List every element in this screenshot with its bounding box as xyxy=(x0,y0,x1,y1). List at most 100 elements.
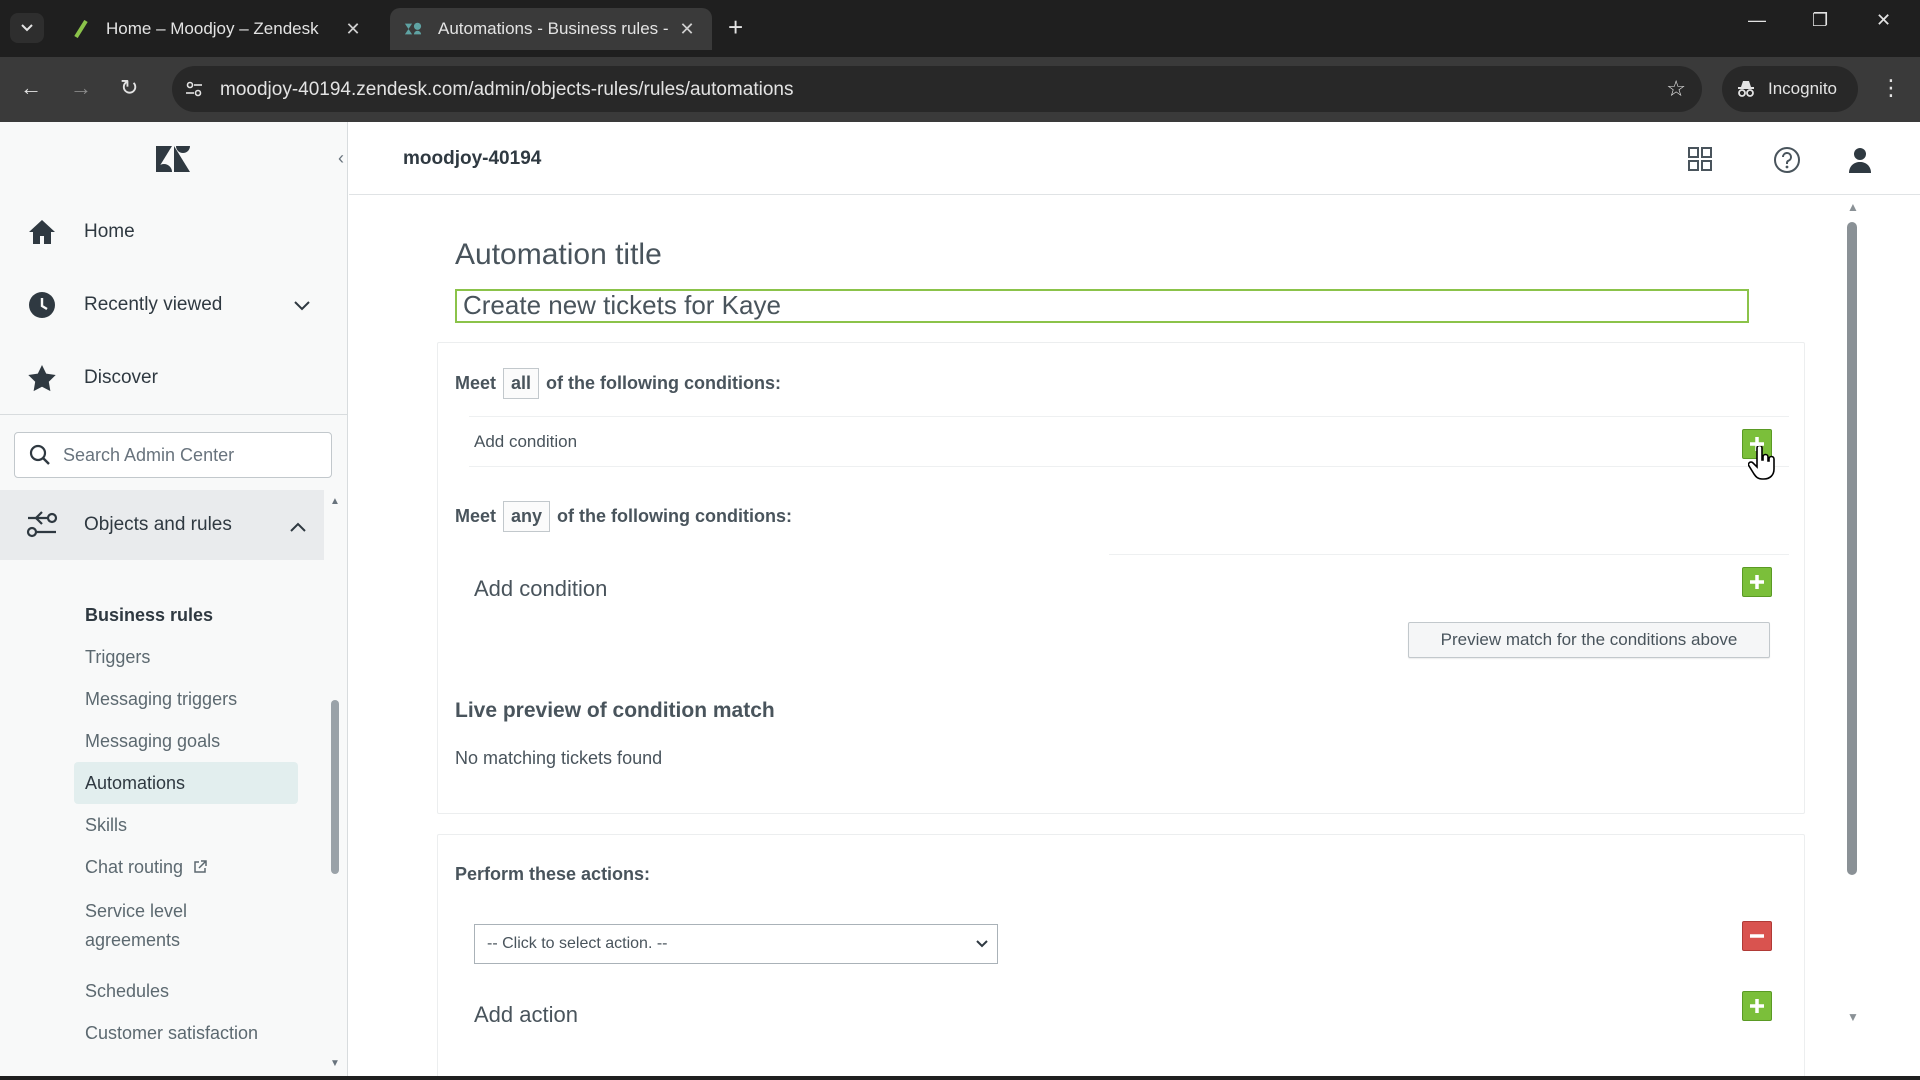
nav-label: Discover xyxy=(84,367,158,388)
user-profile-icon[interactable] xyxy=(1847,146,1873,179)
zendesk-favicon-icon xyxy=(404,20,422,38)
close-icon[interactable]: ✕ xyxy=(676,19,698,40)
reload-icon[interactable]: ↻ xyxy=(120,75,138,101)
conditions-panel xyxy=(437,342,1805,814)
sidebar-item-messaging-triggers[interactable]: Messaging triggers xyxy=(85,689,237,710)
product-tray-icon[interactable] xyxy=(1687,146,1713,177)
chevron-down-icon xyxy=(21,24,33,32)
action-select-value: -- Click to select action. -- xyxy=(487,935,668,952)
sidebar-item-service-level-agreements[interactable]: Service level agreements xyxy=(85,901,187,951)
home-icon xyxy=(26,216,58,248)
incognito-icon xyxy=(1738,81,1754,97)
plus-icon xyxy=(1750,575,1764,589)
restore-icon[interactable]: ❐ xyxy=(1812,10,1828,31)
incognito-indicator[interactable]: Incognito xyxy=(1722,66,1858,112)
site-settings-icon[interactable] xyxy=(184,79,204,104)
search-icon xyxy=(29,444,50,465)
preview-match-button[interactable]: Preview match for the conditions above xyxy=(1408,622,1770,658)
account-name: moodjoy-40194 xyxy=(403,148,542,169)
browser-menu-icon[interactable]: ⋮ xyxy=(1880,75,1902,101)
chevron-down-icon[interactable] xyxy=(294,295,310,317)
conditions-suffix: of the following conditions: xyxy=(546,373,781,393)
admin-sidebar: ‹ Home Recently viewed Discover Search A… xyxy=(0,122,348,1080)
chevron-up-icon[interactable] xyxy=(290,516,306,538)
nav-section-objects-and-rules[interactable]: Objects and rules xyxy=(0,490,324,560)
sidebar-item-messaging-goals[interactable]: Messaging goals xyxy=(85,731,220,752)
condition-divider xyxy=(469,466,1789,467)
section-label: Objects and rules xyxy=(84,514,232,535)
any-conditions-header: Meet any of the following conditions: xyxy=(455,501,792,532)
search-admin-center-input[interactable]: Search Admin Center xyxy=(14,432,332,478)
sidebar-scroll-down-icon[interactable]: ▼ xyxy=(330,1058,340,1069)
browser-tab-automations[interactable]: Automations - Business rules - ✕ xyxy=(390,8,712,50)
sidebar-item-schedules[interactable]: Schedules xyxy=(85,981,169,1002)
automation-editor: Automation title Create new tickets for … xyxy=(349,196,1849,1080)
add-condition-any-label: Add condition xyxy=(474,576,608,601)
add-condition-all-label: Add condition xyxy=(474,432,578,451)
conditions-suffix: of the following conditions: xyxy=(557,506,793,526)
zendesk-logo-icon[interactable] xyxy=(154,144,192,179)
main-scroll-down-icon[interactable]: ▼ xyxy=(1847,1010,1859,1024)
sidebar-item-skills[interactable]: Skills xyxy=(85,815,127,836)
no-match-text: No matching tickets found xyxy=(455,748,663,768)
incognito-label: Incognito xyxy=(1768,79,1837,98)
browser-tab-bar: Home – Moodjoy – Zendesk ✕ Automations -… xyxy=(0,0,1920,57)
sidebar-scrollbar-thumb[interactable] xyxy=(331,700,339,874)
tab-title: Home – Moodjoy – Zendesk xyxy=(106,19,319,38)
sidebar-scroll-up-icon[interactable]: ▲ xyxy=(330,496,340,507)
zendesk-favicon-icon xyxy=(72,20,90,38)
main-scrollbar-thumb[interactable] xyxy=(1847,222,1857,875)
new-tab-button[interactable]: + xyxy=(728,12,743,42)
nav-item-recently-viewed[interactable]: Recently viewed xyxy=(0,277,330,333)
sidebar-item-chat-routing[interactable]: Chat routing xyxy=(85,857,208,878)
tab-search-button[interactable] xyxy=(10,13,44,43)
objects-rules-icon xyxy=(26,510,58,540)
all-conditions-header: Meet all of the following conditions: xyxy=(455,368,781,399)
hand-pointer-cursor-icon xyxy=(1747,444,1776,485)
subsection-header-business-rules: Business rules xyxy=(85,605,214,625)
remove-action-button[interactable] xyxy=(1742,921,1772,951)
automation-title-heading: Automation title xyxy=(455,238,662,271)
tab-title: Automations - Business rules - xyxy=(438,19,669,38)
sidebar-item-label: Chat routing xyxy=(85,857,184,877)
add-action-label: Add action xyxy=(474,1002,578,1027)
action-select-dropdown[interactable]: -- Click to select action. -- xyxy=(474,924,998,964)
help-icon[interactable] xyxy=(1773,146,1801,179)
forward-arrow-icon[interactable]: → xyxy=(70,75,92,101)
main-scroll-up-icon[interactable]: ▲ xyxy=(1847,200,1859,214)
bookmark-star-icon[interactable]: ☆ xyxy=(1666,76,1686,102)
clock-icon xyxy=(26,289,58,321)
collapse-sidebar-icon[interactable]: ‹ xyxy=(338,148,344,169)
sidebar-item-label-line1: Service level xyxy=(85,901,188,921)
browser-toolbar: ← → ↻ moodjoy-40194.zendesk.com/admin/ob… xyxy=(0,57,1920,122)
sidebar-item-automations[interactable]: Automations xyxy=(85,773,185,794)
external-link-icon xyxy=(194,860,207,873)
meet-label: Meet xyxy=(455,373,497,393)
nav-item-home[interactable]: Home xyxy=(0,204,330,260)
automation-title-input[interactable]: Create new tickets for Kaye xyxy=(455,289,1749,323)
close-icon[interactable]: ✕ xyxy=(342,19,364,40)
any-conditions-selector[interactable]: any xyxy=(503,501,551,532)
condition-divider xyxy=(1109,554,1789,555)
close-window-icon[interactable]: ✕ xyxy=(1876,10,1891,31)
sidebar-divider xyxy=(0,414,348,415)
add-action-button[interactable] xyxy=(1742,991,1772,1021)
sidebar-item-triggers[interactable]: Triggers xyxy=(85,647,150,668)
search-placeholder: Search Admin Center xyxy=(63,444,235,465)
plus-icon xyxy=(1750,999,1764,1013)
window-bottom-edge xyxy=(0,1076,1920,1080)
add-condition-any-button[interactable] xyxy=(1742,567,1772,597)
admin-top-bar: moodjoy-40194 xyxy=(349,122,1920,195)
back-arrow-icon[interactable]: ← xyxy=(20,75,42,101)
url-text: moodjoy-40194.zendesk.com/admin/objects-… xyxy=(220,79,794,100)
address-bar[interactable]: moodjoy-40194.zendesk.com/admin/objects-… xyxy=(172,66,1702,112)
live-preview-heading: Live preview of condition match xyxy=(455,699,775,722)
nav-label: Home xyxy=(84,221,135,242)
actions-heading: Perform these actions: xyxy=(455,864,651,884)
browser-tab-home[interactable]: Home – Moodjoy – Zendesk ✕ xyxy=(58,8,378,50)
minimize-icon[interactable]: — xyxy=(1748,10,1766,31)
nav-item-discover[interactable]: Discover xyxy=(0,350,330,406)
all-conditions-selector[interactable]: all xyxy=(503,368,540,399)
nav-label: Recently viewed xyxy=(84,294,223,315)
sidebar-item-customer-satisfaction[interactable]: Customer satisfaction xyxy=(85,1023,258,1044)
